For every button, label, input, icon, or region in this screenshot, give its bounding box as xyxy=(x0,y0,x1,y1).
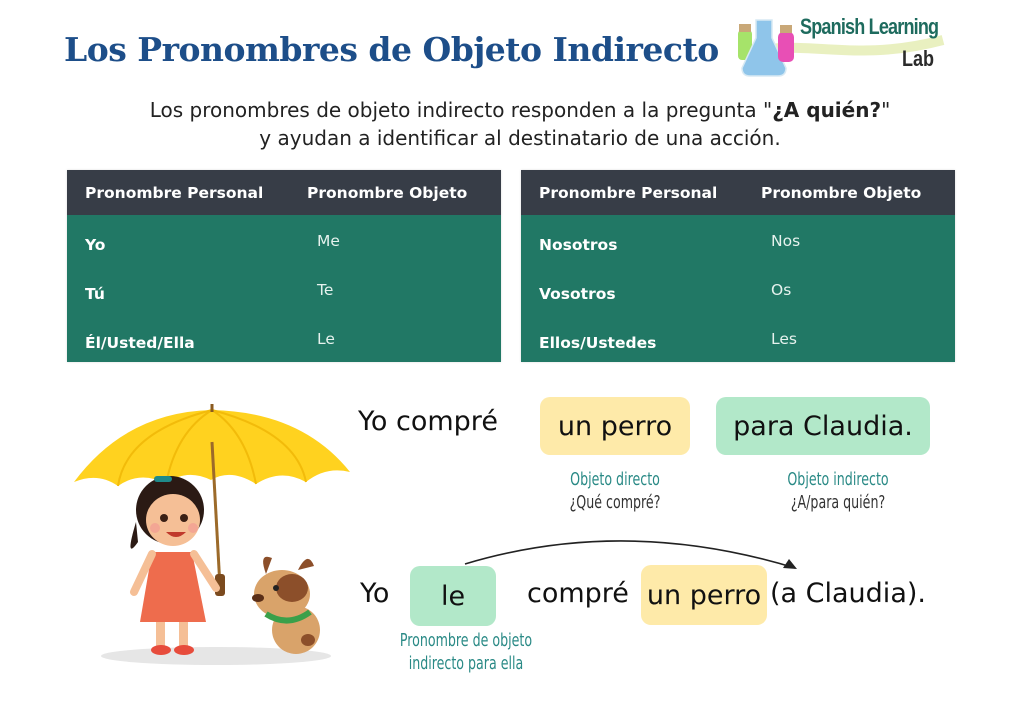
direct-object-highlight: un perro xyxy=(540,397,690,455)
object-pronoun: Te xyxy=(317,280,334,299)
header-personal: Pronombre Personal xyxy=(85,183,264,202)
pronoun-table-plural: Pronombre Personal Pronombre Objeto Noso… xyxy=(521,170,955,362)
object-pronoun: Le xyxy=(317,329,335,348)
header-personal: Pronombre Personal xyxy=(539,183,718,202)
indirect-object-caption: Objeto indirecto ¿A/para quién? xyxy=(760,468,916,514)
table-row: Vosotros Os xyxy=(521,266,955,315)
header-object: Pronombre Objeto xyxy=(307,183,468,202)
header-object: Pronombre Objeto xyxy=(761,183,922,202)
direct-object-text: un perro xyxy=(646,579,762,611)
intro-line-1: Los pronombres de objeto indirecto respo… xyxy=(100,96,940,124)
page-title: Los Pronombres de Objeto Indirecto xyxy=(64,30,719,69)
personal-pronoun: Tú xyxy=(85,284,105,303)
intro-text-part: Los pronombres de objeto indirecto respo… xyxy=(149,98,773,122)
table-row: Yo Me xyxy=(67,217,501,266)
personal-pronoun: Él/Usted/Ella xyxy=(85,333,195,352)
indirect-object-text: para Claudia. xyxy=(733,410,913,442)
table-row: Tú Te xyxy=(67,266,501,315)
table-row: Nosotros Nos xyxy=(521,217,955,266)
logo-text-lab: Lab xyxy=(902,46,935,71)
pronoun-text: le xyxy=(440,580,466,612)
caption-question: ¿Qué compré? xyxy=(569,492,661,513)
caption-line: Pronombre de objeto xyxy=(399,630,533,651)
object-pronoun: Os xyxy=(771,280,792,299)
intro-line-2: y ayudan a identificar al destinatario d… xyxy=(259,126,781,150)
caption-line: indirecto para ella xyxy=(408,653,524,674)
pronoun-caption: Pronombre de objeto indirecto para ella xyxy=(388,629,544,675)
direct-object-caption: Objeto directo ¿Qué compré? xyxy=(537,468,693,514)
logo-text: Spanish Learning xyxy=(800,14,939,39)
sentence1-subject-verb: Yo compré xyxy=(358,406,498,437)
table-header: Pronombre Personal Pronombre Objeto xyxy=(67,170,501,215)
intro-question: ¿A quién? xyxy=(772,98,882,122)
personal-pronoun: Ellos/Ustedes xyxy=(539,333,657,352)
table-row: Él/Usted/Ella Le xyxy=(67,315,501,364)
personal-pronoun: Nosotros xyxy=(539,235,618,254)
intro-text-part: " xyxy=(881,98,891,122)
object-pronoun: Nos xyxy=(771,231,801,250)
direct-object-text: un perro xyxy=(557,410,673,442)
caption-question: ¿A/para quién? xyxy=(790,492,886,513)
personal-pronoun: Vosotros xyxy=(539,284,616,303)
table-header: Pronombre Personal Pronombre Objeto xyxy=(521,170,955,215)
sentence2-rest: (a Claudia). xyxy=(770,578,926,609)
pronoun-highlight: le xyxy=(410,566,496,626)
indirect-object-highlight: para Claudia. xyxy=(716,397,930,455)
personal-pronoun: Yo xyxy=(85,235,106,254)
sentence2-verb: compré xyxy=(527,578,629,609)
object-pronoun: Les xyxy=(771,329,797,348)
sentence2-subject: Yo xyxy=(360,578,390,609)
object-pronoun: Me xyxy=(317,231,340,250)
direct-object-highlight: un perro xyxy=(641,565,767,625)
intro-text: Los pronombres de objeto indirecto respo… xyxy=(100,96,940,152)
caption-label: Objeto directo xyxy=(570,469,660,490)
caption-label: Objeto indirecto xyxy=(787,469,889,490)
girl-umbrella-dog-illustration xyxy=(74,404,350,665)
table-row: Ellos/Ustedes Les xyxy=(521,315,955,364)
pronoun-table-singular: Pronombre Personal Pronombre Objeto Yo M… xyxy=(67,170,501,362)
